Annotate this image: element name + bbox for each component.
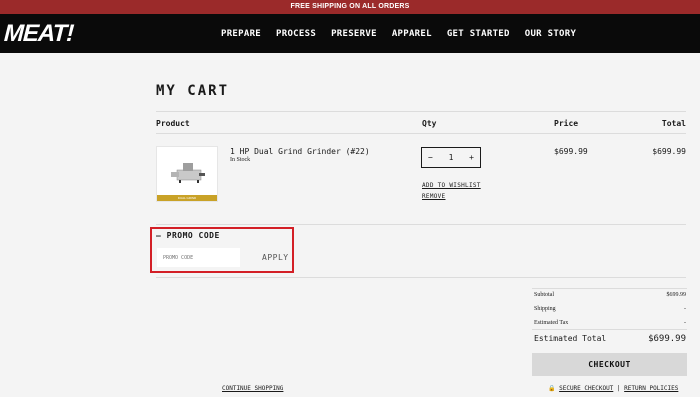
divider <box>156 277 686 278</box>
grinder-image <box>171 163 205 183</box>
decrease-quantity-button[interactable]: − <box>428 153 433 162</box>
column-header-price: Price <box>554 119 579 128</box>
quantity-value[interactable]: 1 <box>449 153 454 162</box>
divider <box>156 224 686 225</box>
footer-links: 🔒 SECURE CHECKOUT | RETURN POLICIES <box>548 385 678 392</box>
continue-shopping-link[interactable]: CONTINUE SHOPPING <box>222 385 283 392</box>
tax-value: - <box>684 320 686 326</box>
lock-icon: 🔒 <box>548 385 556 392</box>
promo-code-toggle[interactable]: — PROMO CODE <box>156 231 220 240</box>
column-header-qty: Qty <box>422 119 437 128</box>
tax-label: Estimated Tax <box>534 320 569 326</box>
item-price: $699.99 <box>554 147 588 156</box>
divider <box>156 133 686 134</box>
subtotal-label: Subtotal <box>534 292 555 298</box>
column-header-product: Product <box>156 119 190 128</box>
product-name[interactable]: 1 HP Dual Grind Grinder (#22) <box>230 147 370 156</box>
product-thumbnail[interactable]: DUAL GRIND <box>156 146 218 202</box>
divider <box>532 329 687 330</box>
product-band: DUAL GRIND <box>157 195 217 201</box>
promo-code-input[interactable] <box>157 248 240 267</box>
nav-apparel[interactable]: APPAREL <box>392 29 432 39</box>
quantity-stepper: − 1 + <box>421 147 481 168</box>
increase-quantity-button[interactable]: + <box>469 153 474 162</box>
column-header-total: Total <box>661 119 686 128</box>
continue-shopping-wrap: CONTINUE SHOPPING <box>222 385 283 392</box>
subtotal-value: $699.99 <box>666 292 687 298</box>
remove-link[interactable]: REMOVE <box>422 193 445 200</box>
estimated-total-label: Estimated Total <box>534 334 607 343</box>
divider <box>532 288 687 289</box>
secure-checkout-link[interactable]: SECURE CHECKOUT <box>559 385 613 392</box>
page-title: MY CART <box>156 83 230 99</box>
nav-process[interactable]: PROCESS <box>276 29 316 39</box>
nav-prepare[interactable]: PREPARE <box>221 29 261 39</box>
checkout-button[interactable]: CHECKOUT <box>532 353 687 376</box>
site-header: MEAT! PREPARE PROCESS PRESERVE APPAREL G… <box>0 14 700 53</box>
stock-status: In Stock <box>230 157 251 163</box>
return-policies-link[interactable]: RETURN POLICIES <box>624 385 678 392</box>
item-total: $699.99 <box>652 147 686 156</box>
nav-preserve[interactable]: PRESERVE <box>331 29 377 39</box>
nav-our-story[interactable]: OUR STORY <box>525 29 576 39</box>
link-separator: | <box>616 385 621 392</box>
nav-get-started[interactable]: GET STARTED <box>447 29 510 39</box>
main-nav: PREPARE PROCESS PRESERVE APPAREL GET STA… <box>221 14 591 53</box>
free-shipping-banner: FREE SHIPPING ON ALL ORDERS <box>0 0 700 14</box>
shipping-value: - <box>684 306 686 312</box>
apply-promo-button[interactable]: APPLY <box>262 253 289 262</box>
estimated-total-value: $699.99 <box>648 334 686 344</box>
shipping-label: Shipping <box>534 306 556 312</box>
divider <box>156 111 686 112</box>
add-to-wishlist-link[interactable]: ADD TO WISHLIST <box>422 182 481 189</box>
site-logo[interactable]: MEAT! <box>3 20 74 48</box>
